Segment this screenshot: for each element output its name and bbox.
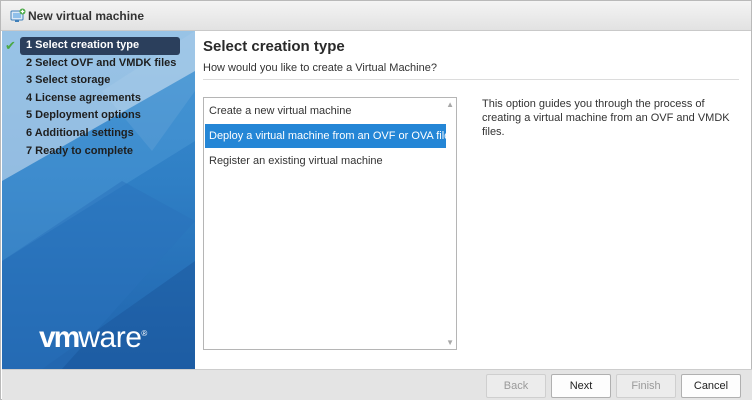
steps-list: ✔ 1 Select creation type 2 Select OVF an…: [2, 37, 195, 160]
page-title: Select creation type: [203, 38, 345, 55]
back-button[interactable]: Back: [486, 374, 546, 398]
finish-button[interactable]: Finish: [616, 374, 676, 398]
scroll-up-arrow-icon[interactable]: ▲: [446, 100, 454, 109]
option-description: This option guides you through the proce…: [482, 98, 730, 138]
scroll-down-arrow-icon[interactable]: ▼: [446, 338, 454, 347]
step-select-ovf-vmdk[interactable]: 2 Select OVF and VMDK files: [2, 55, 195, 73]
cancel-button[interactable]: Cancel: [681, 374, 741, 398]
step-license-agreements[interactable]: 4 License agreements: [2, 90, 195, 108]
page-subtitle: How would you like to create a Virtual M…: [203, 62, 437, 74]
option-register-existing-vm[interactable]: Register an existing virtual machine: [205, 149, 446, 173]
wizard-sidebar: ✔ 1 Select creation type 2 Select OVF an…: [2, 31, 195, 369]
wizard-content: Select creation type How would you like …: [195, 31, 751, 369]
step-label: 2 Select OVF and VMDK files: [26, 56, 177, 69]
wizard-window: New virtual machine ✔ 1 Select creation …: [0, 0, 752, 400]
step-label: 1 Select creation type: [26, 39, 140, 51]
checkmark-icon: ✔: [5, 38, 16, 53]
step-ready-to-complete[interactable]: 7 Ready to complete: [2, 143, 195, 161]
step-label: 6 Additional settings: [26, 126, 134, 139]
vmware-logo: vmware®: [39, 321, 147, 354]
step-select-creation-type[interactable]: ✔ 1 Select creation type: [5, 37, 180, 55]
step-label: 5 Deployment options: [26, 109, 141, 122]
wizard-footer: Back Next Finish Cancel: [2, 369, 752, 400]
new-vm-icon: [10, 8, 26, 22]
step-deployment-options[interactable]: 5 Deployment options: [2, 107, 195, 125]
step-additional-settings[interactable]: 6 Additional settings: [2, 125, 195, 143]
step-label: 3 Select storage: [26, 74, 111, 87]
option-create-new-vm[interactable]: Create a new virtual machine: [205, 99, 446, 123]
step-label: 4 License agreements: [26, 91, 141, 104]
title-bar: New virtual machine: [1, 1, 751, 31]
step-select-storage[interactable]: 3 Select storage: [2, 72, 195, 90]
option-deploy-from-ovf[interactable]: Deploy a virtual machine from an OVF or …: [205, 124, 450, 148]
window-title: New virtual machine: [28, 9, 145, 23]
creation-type-list[interactable]: Create a new virtual machine Deploy a vi…: [203, 97, 457, 350]
step-label: 7 Ready to complete: [26, 144, 133, 157]
next-button[interactable]: Next: [551, 374, 611, 398]
divider: [203, 79, 739, 80]
